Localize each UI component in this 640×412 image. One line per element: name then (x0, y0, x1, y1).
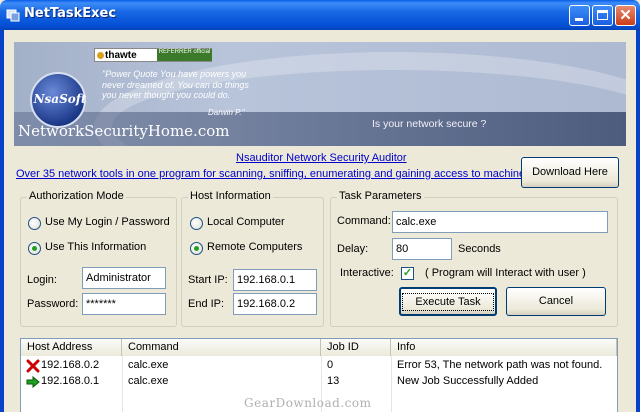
command-input[interactable]: calc.exe (392, 211, 608, 233)
red-x-icon (26, 359, 40, 373)
banner-site-name: NetworkSecurityHome.com (18, 122, 230, 140)
green-arrow-icon (26, 375, 40, 389)
cell-info: Error 53, The network path was not found… (397, 359, 603, 371)
app-icon (6, 9, 20, 22)
column-header-job-id[interactable]: Job ID (321, 339, 391, 356)
end-ip-label: End IP: (188, 298, 225, 310)
cell-job-id: 0 (327, 359, 334, 371)
login-label: Login: (27, 274, 57, 286)
cell-command: calc.exe (128, 375, 169, 387)
task-parameters-title: Task Parameters (337, 190, 424, 202)
use-my-login-label: Use My Login / Password (45, 216, 170, 228)
cell-host-address: 192.168.0.2 (41, 359, 100, 371)
download-here-button[interactable]: Download Here (521, 157, 619, 188)
thawte-seal-icon (97, 52, 104, 59)
column-header-info[interactable]: Info (391, 339, 617, 356)
minimize-icon (575, 18, 583, 21)
column-header-command[interactable]: Command (122, 339, 321, 356)
close-button[interactable]: ✕ (615, 5, 636, 26)
password-label: Password: (27, 298, 79, 310)
banner-quote: "Power Quote You have powers you never d… (102, 69, 249, 100)
title-bar[interactable]: NetTaskExec ✕ (0, 0, 640, 30)
watermark: GearDownload.com (244, 396, 372, 410)
results-table-header: Host Address Command Job ID Info (21, 339, 617, 356)
maximize-button[interactable] (592, 5, 613, 26)
window-title: NetTaskExec (24, 6, 117, 21)
command-label: Command: (337, 215, 391, 227)
banner-ad[interactable]: thawte REFERRER official NsaSoft "Power … (14, 42, 626, 146)
maximize-icon (597, 10, 608, 20)
cell-command: calc.exe (128, 359, 169, 371)
host-information-title: Host Information (188, 190, 273, 202)
delay-label: Delay: (337, 243, 369, 255)
authorization-mode-title: Authorization Mode (27, 190, 126, 202)
interactive-checkbox[interactable]: ✓ (401, 267, 414, 280)
column-header-host-address[interactable]: Host Address (21, 339, 122, 356)
cancel-button[interactable]: Cancel (506, 287, 606, 316)
use-my-login-radio[interactable] (28, 217, 41, 230)
use-this-information-label: Use This Information (45, 241, 147, 253)
banner-quote-author: Darwin P." (208, 108, 245, 117)
remote-computers-label: Remote Computers (207, 241, 303, 253)
nsauditor-link[interactable]: Nsauditor Network Security Auditor (236, 152, 407, 164)
cell-host-address: 192.168.0.1 (41, 375, 100, 387)
banner-tagline: Is your network secure ? (372, 118, 487, 130)
use-this-information-radio[interactable] (28, 242, 41, 255)
minimize-button[interactable] (569, 5, 590, 26)
cell-info: New Job Successfully Added (397, 375, 539, 387)
window-frame-right (636, 30, 640, 412)
logo-text: NsaSoft (33, 92, 87, 106)
nsauditor-description-link[interactable]: Over 35 network tools in one program for… (16, 168, 534, 180)
cell-job-id: 13 (327, 375, 340, 387)
password-input[interactable]: ******* (82, 293, 166, 315)
start-ip-input[interactable]: 192.168.0.1 (233, 269, 317, 291)
window-frame-left (0, 30, 4, 412)
execute-task-label: Execute Task (402, 293, 494, 311)
host-information-group: Host Information Local Computer Remote C… (181, 190, 324, 327)
close-icon: ✕ (619, 7, 632, 24)
nsasoft-logo: NsaSoft (30, 72, 86, 128)
start-ip-label: Start IP: (188, 274, 228, 286)
thawte-badge: thawte REFERRER official (94, 48, 212, 62)
interactive-note: ( Program will Interact with user ) (425, 267, 586, 279)
local-computer-radio[interactable] (190, 217, 203, 230)
authorization-mode-group: Authorization Mode Use My Login / Passwo… (20, 190, 177, 327)
thawte-referrer: REFERRER official (157, 49, 212, 61)
delay-input[interactable]: 80 (392, 238, 452, 260)
table-row[interactable]: 192.168.0.1 calc.exe 13 New Job Successf… (21, 374, 617, 390)
remote-computers-radio[interactable] (190, 242, 203, 255)
login-input[interactable]: Administrator (82, 267, 166, 289)
end-ip-input[interactable]: 192.168.0.2 (233, 293, 317, 315)
table-row[interactable]: 192.168.0.2 calc.exe 0 Error 53, The net… (21, 358, 617, 374)
thawte-name: thawte (105, 50, 137, 61)
delay-unit-label: Seconds (458, 243, 501, 255)
interactive-label: Interactive: (340, 267, 394, 279)
execute-task-button[interactable]: Execute Task (399, 287, 497, 316)
local-computer-label: Local Computer (207, 216, 285, 228)
